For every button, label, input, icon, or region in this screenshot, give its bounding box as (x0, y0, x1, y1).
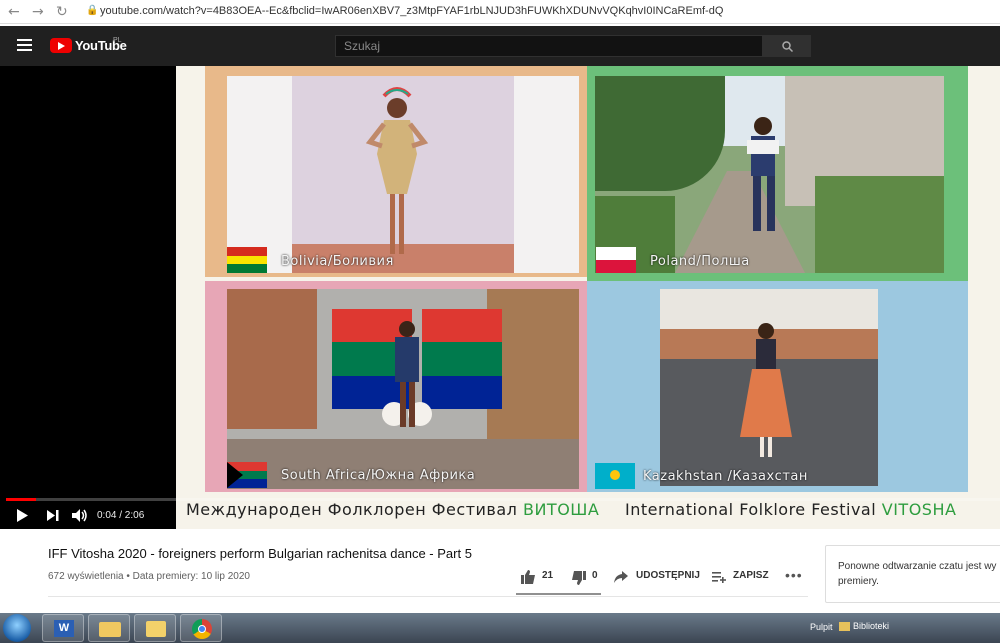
video-info: IFF Vitosha 2020 - foreigners perform Bu… (0, 529, 1000, 613)
chrome-taskbar-icon[interactable] (180, 614, 222, 642)
bolivia-flag-icon (227, 247, 267, 273)
panel-caption: Kazakhstan /Казахстан (643, 469, 808, 484)
add-to-playlist-icon[interactable] (712, 572, 726, 583)
view-count-date: 672 wyświetlenia • Data premiery: 10 lip… (48, 571, 250, 582)
outlook-taskbar-icon[interactable] (134, 614, 176, 642)
time-display: 0:04 / 2:06 (97, 510, 145, 521)
start-button-icon[interactable] (3, 614, 31, 642)
more-actions-icon[interactable]: ••• (785, 567, 803, 583)
kazakhstan-photo (660, 289, 878, 486)
player-controls: 0:04 / 2:06 (0, 498, 1000, 529)
next-icon[interactable] (47, 510, 59, 521)
progress-bar[interactable] (6, 498, 1000, 501)
panel-bolivia: Bolivia/Боливия (205, 66, 587, 277)
video-frame[interactable]: Bolivia/Боливия Poland/Полша South Afric… (176, 66, 1000, 529)
kazakhstan-flag-icon (595, 463, 635, 489)
reload-icon[interactable]: ↻ (56, 4, 68, 20)
like-icon[interactable] (521, 570, 536, 584)
windows-taskbar: W Pulpit Biblioteki (0, 613, 1000, 643)
panel-south-africa: South Africa/Южна Африка (205, 281, 587, 492)
panel-caption: Poland/Полша (650, 254, 750, 269)
divider (48, 596, 808, 597)
panel-kazakhstan: Kazakhstan /Казахстан (587, 281, 968, 492)
poland-photo (595, 76, 944, 273)
video-title: IFF Vitosha 2020 - foreigners perform Bu… (48, 546, 472, 561)
panel-caption: South Africa/Южна Африка (281, 468, 476, 483)
search-button[interactable] (763, 35, 811, 57)
south-africa-photo (227, 289, 579, 489)
country-code: PL (113, 37, 122, 44)
panel-poland: Poland/Полша (587, 66, 968, 281)
video-player[interactable]: Bolivia/Боливия Poland/Полша South Afric… (0, 66, 1000, 529)
libraries-toolbar-label[interactable]: Biblioteki (853, 621, 889, 631)
panel-caption: Bolivia/Боливия (281, 254, 394, 269)
back-icon[interactable]: ← (8, 4, 20, 20)
youtube-logo-icon[interactable] (50, 38, 72, 53)
like-count[interactable]: 21 (542, 570, 553, 581)
lock-icon[interactable]: 🔒 (86, 5, 98, 16)
libraries-folder-icon (839, 622, 850, 631)
address-field[interactable]: youtube.com/watch?v=4B83OEA--Ec&fbclid=I… (100, 5, 723, 17)
play-icon[interactable] (16, 509, 28, 522)
sentiment-bar (516, 593, 601, 595)
chat-message: Ponowne odtwarzanie czatu jest wy premie… (838, 561, 997, 587)
progress-fill (6, 498, 36, 501)
bolivia-photo (227, 76, 579, 273)
browser-url-bar: ← → ↻ 🔒 youtube.com/watch?v=4B83OEA--Ec&… (0, 0, 1000, 24)
word-taskbar-icon[interactable]: W (42, 614, 84, 642)
save-button[interactable]: ZAPISZ (733, 570, 769, 581)
youtube-header: YouTube PL Szukaj (0, 26, 1000, 66)
dislike-count[interactable]: 0 (592, 570, 598, 581)
dislike-icon[interactable] (571, 571, 586, 585)
explorer-taskbar-icon[interactable] (88, 614, 130, 642)
share-button[interactable]: UDOSTĘPNIJ (636, 570, 700, 581)
search-input[interactable]: Szukaj (335, 35, 763, 57)
chat-replay-box: Ponowne odtwarzanie czatu jest wy premie… (825, 545, 1000, 603)
share-icon[interactable] (614, 571, 628, 583)
search-icon (782, 41, 793, 52)
hamburger-menu-icon[interactable] (17, 39, 32, 51)
desktop-toolbar-label[interactable]: Pulpit (810, 622, 833, 632)
forward-icon[interactable]: → (32, 4, 44, 20)
volume-icon[interactable] (72, 509, 88, 522)
poland-flag-icon (596, 247, 636, 273)
south-africa-flag-icon (227, 462, 267, 488)
